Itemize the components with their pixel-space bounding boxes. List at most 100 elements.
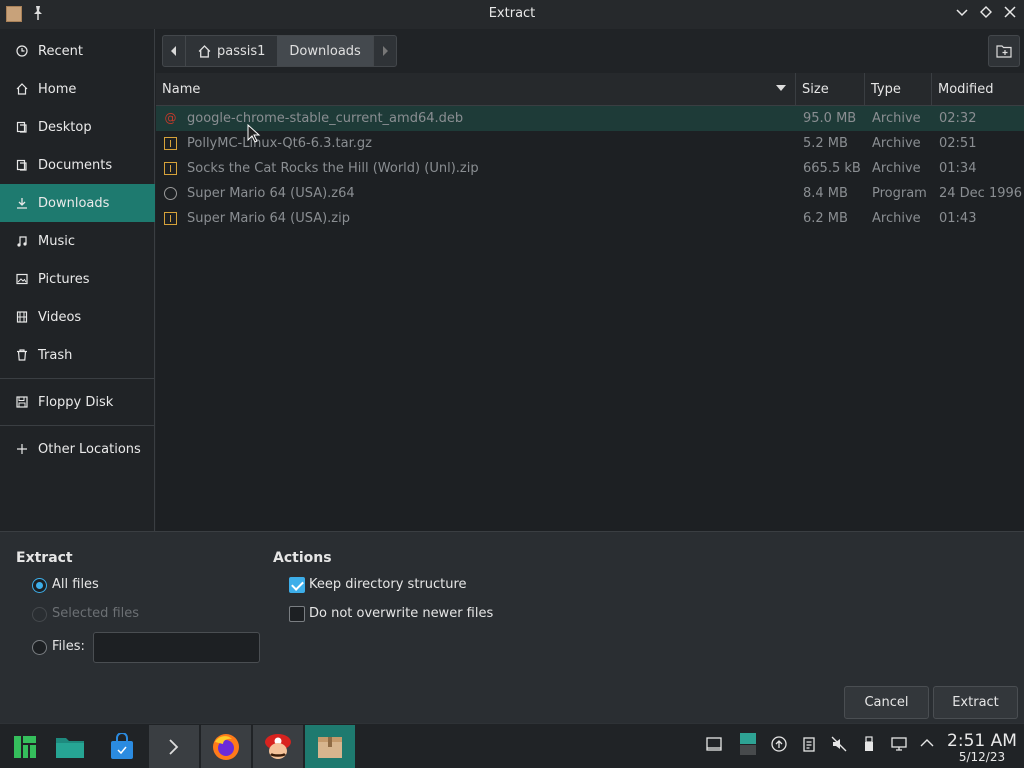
path-forward-button[interactable] (372, 35, 397, 67)
keep-directory-structure-label[interactable]: Keep directory structure (309, 577, 467, 592)
sidebar-item-other-locations[interactable]: Other Locations (0, 430, 155, 468)
terminal-icon (169, 738, 179, 755)
taskbar-firefox[interactable] (201, 725, 251, 768)
cancel-button[interactable]: Cancel (844, 686, 929, 719)
no-overwrite-checkbox[interactable] (289, 606, 305, 622)
clock-time[interactable]: 2:51 AM (944, 731, 1020, 751)
store-icon (111, 732, 133, 759)
sort-descending-icon (776, 85, 786, 91)
volume-muted-icon[interactable] (830, 736, 848, 754)
file-modified: 01:43 (939, 211, 977, 226)
pictures-icon (15, 272, 29, 286)
sidebar-item-recent[interactable]: Recent (0, 32, 155, 70)
desktop-icon (15, 120, 29, 134)
taskbar-app-menu[interactable] (0, 725, 50, 768)
file-name: Super Mario 64 (USA).z64 (187, 186, 355, 201)
sidebar-item-floppy-disk[interactable]: Floppy Disk (0, 383, 155, 421)
file-modified: 01:34 (939, 161, 977, 176)
no-overwrite-label[interactable]: Do not overwrite newer files (309, 606, 493, 621)
extract-section-title: Extract (16, 550, 73, 566)
documents-icon (15, 158, 29, 172)
sidebar-item-label: Other Locations (38, 441, 141, 457)
chevron-right-icon (382, 46, 388, 56)
file-modified: 02:51 (939, 136, 977, 151)
chevron-left-icon (171, 46, 176, 56)
firefox-icon (213, 733, 239, 760)
download-icon (15, 196, 29, 210)
files-label[interactable]: Files: (52, 639, 85, 654)
file-modified: 02:32 (939, 111, 977, 126)
file-size: 6.2 MB (803, 211, 848, 226)
file-manager-icon (56, 737, 84, 758)
file-size: 665.5 kB (803, 161, 861, 176)
files-pattern-input[interactable] (93, 632, 260, 663)
sidebar-item-downloads[interactable]: Downloads (0, 184, 155, 222)
extract-button[interactable]: Extract (933, 686, 1018, 719)
archive-icon (164, 212, 177, 225)
keep-directory-structure-checkbox[interactable] (289, 577, 305, 593)
path-crumb-label: passis1 (217, 43, 266, 59)
clock-date[interactable]: 5/12/23 (944, 750, 1020, 764)
column-header-name[interactable]: Name (156, 73, 796, 106)
clock-icon (15, 44, 29, 58)
sidebar-item-trash[interactable]: Trash (0, 336, 155, 374)
path-crumb-home[interactable]: passis1 (186, 35, 278, 67)
file-row[interactable]: Super Mario 64 (USA).z64 8.4 MB Program … (156, 181, 1024, 206)
window-titlebar: Extract (0, 0, 1024, 29)
close-button[interactable] (1000, 4, 1020, 24)
taskbar: 2:51 AM 5/12/23 (0, 723, 1024, 768)
sidebar-item-label: Music (38, 233, 75, 249)
file-row[interactable]: PollyMC-Linux-Qt6-6.3.tar.gz 5.2 MB Arch… (156, 131, 1024, 156)
sidebar-item-videos[interactable]: Videos (0, 298, 155, 336)
network-icon[interactable] (890, 736, 908, 754)
taskbar-terminal[interactable] (149, 725, 199, 768)
file-list-header: Name Size Type Modified (156, 73, 1024, 106)
file-row[interactable]: Super Mario 64 (USA).zip 6.2 MB Archive … (156, 206, 1024, 231)
sidebar-item-label: Videos (38, 309, 82, 325)
all-files-radio[interactable] (32, 578, 47, 593)
pager-icon[interactable] (739, 732, 757, 756)
tray-expand-icon[interactable] (918, 736, 936, 754)
taskbar-file-manager[interactable] (45, 725, 95, 768)
file-list: Name Size Type Modified @ google-chrome-… (156, 73, 1024, 531)
maximize-button[interactable] (976, 4, 996, 24)
sidebar-item-pictures[interactable]: Pictures (0, 260, 155, 298)
program-icon (164, 187, 177, 200)
column-header-type[interactable]: Type (865, 73, 932, 106)
selected-files-radio (32, 607, 47, 622)
sidebar-item-desktop[interactable]: Desktop (0, 108, 155, 146)
sidebar-item-label: Trash (38, 347, 73, 363)
archive-icon (164, 162, 177, 175)
file-type: Archive (872, 211, 921, 226)
taskbar-store[interactable] (97, 725, 147, 768)
column-header-size[interactable]: Size (796, 73, 865, 106)
sidebar-item-label: Recent (38, 43, 83, 59)
clipboard-icon[interactable] (800, 736, 818, 754)
path-crumb-downloads[interactable]: Downloads (277, 35, 373, 67)
file-type: Program (872, 186, 927, 201)
column-header-modified[interactable]: Modified (932, 73, 1024, 106)
files-radio[interactable] (32, 640, 47, 655)
sidebar-item-home[interactable]: Home (0, 70, 155, 108)
taskbar-mario[interactable] (253, 725, 303, 768)
sidebar-item-music[interactable]: Music (0, 222, 155, 260)
sidebar-item-label: Documents (38, 157, 113, 173)
path-back-button[interactable] (162, 35, 186, 67)
updates-icon[interactable] (770, 736, 788, 754)
column-header-label: Type (871, 82, 901, 97)
archive-icon (164, 137, 177, 150)
usb-device-icon[interactable] (860, 736, 878, 754)
actions-section-title: Actions (273, 550, 332, 566)
file-size: 8.4 MB (803, 186, 848, 201)
all-files-label[interactable]: All files (52, 577, 99, 592)
taskbar-ark[interactable] (305, 725, 355, 768)
sidebar-item-documents[interactable]: Documents (0, 146, 155, 184)
file-row[interactable]: @ google-chrome-stable_current_amd64.deb… (156, 106, 1024, 131)
file-row[interactable]: Socks the Cat Rocks the Hill (World) (Un… (156, 156, 1024, 181)
show-desktop-icon[interactable] (705, 736, 723, 754)
selected-files-label: Selected files (52, 606, 140, 621)
sidebar-item-label: Desktop (38, 119, 92, 135)
minimize-button[interactable] (952, 4, 972, 24)
new-folder-button[interactable] (988, 35, 1020, 67)
trash-icon (15, 348, 29, 362)
